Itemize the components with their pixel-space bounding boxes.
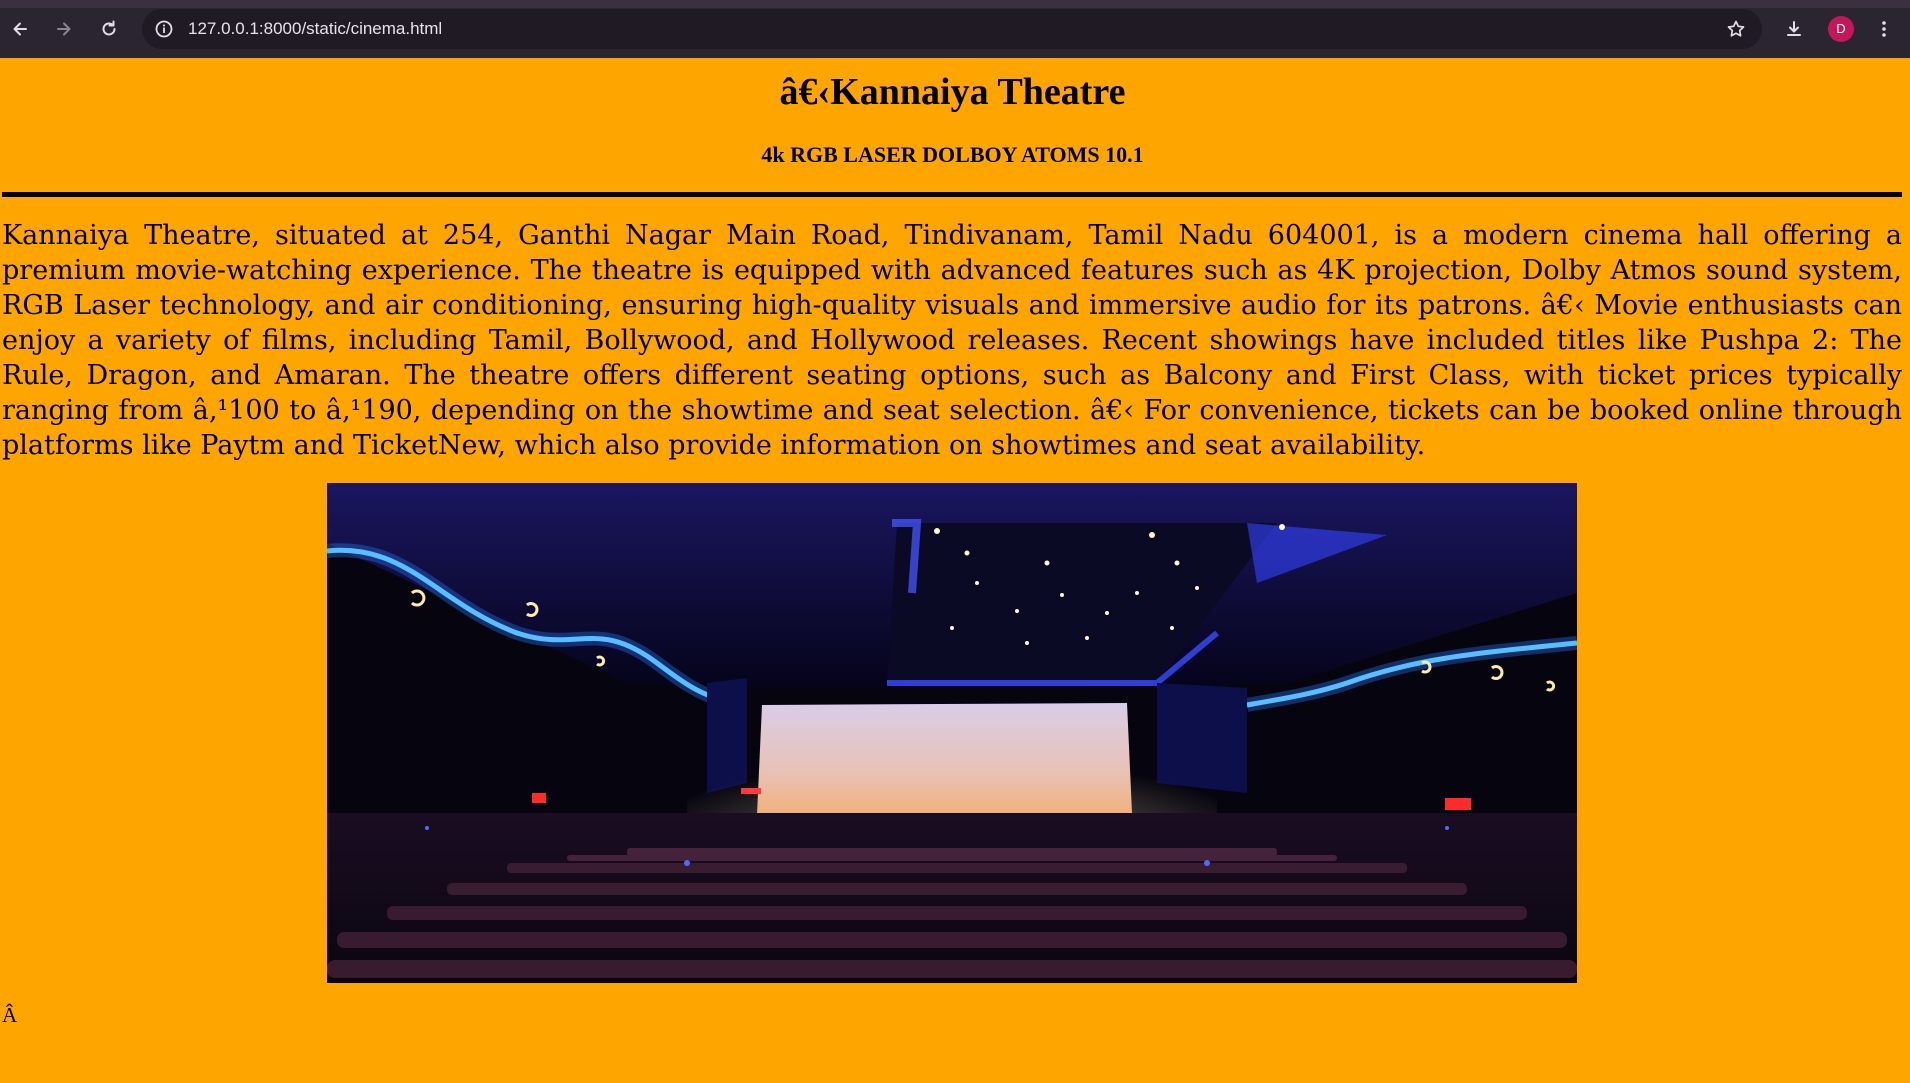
star-icon bbox=[1727, 20, 1745, 37]
cinema-hall-illustration bbox=[327, 483, 1577, 983]
theatre-description: Kannaiya Theatre, situated at 254, Ganth… bbox=[2, 220, 1902, 461]
back-button[interactable] bbox=[4, 13, 36, 45]
url-text[interactable]: 127.0.0.1:8000/static/cinema.html bbox=[188, 19, 442, 39]
page-subtitle: 4k RGB LASER DOLBOY ATOMS 10.1 bbox=[761, 142, 1144, 167]
reload-button[interactable] bbox=[93, 13, 125, 45]
forward-button[interactable] bbox=[48, 13, 80, 45]
stray-character: Â bbox=[2, 1003, 18, 1027]
page-title: â€‹Kannaiya Theatre bbox=[779, 71, 1126, 113]
theatre-interior-image bbox=[327, 483, 1577, 983]
arrow-right-icon bbox=[57, 22, 71, 36]
download-icon bbox=[1787, 21, 1801, 36]
page-content: â€‹Kannaiya Theatre 4k RGB LASER DOLBOY … bbox=[0, 58, 1910, 1083]
arrow-left-icon bbox=[13, 22, 27, 36]
reload-icon bbox=[102, 20, 116, 36]
downloads-button[interactable] bbox=[1778, 13, 1810, 45]
info-icon bbox=[155, 20, 173, 38]
address-bar[interactable]: 127.0.0.1:8000/static/cinema.html bbox=[142, 9, 1762, 49]
site-info-button[interactable] bbox=[152, 17, 176, 41]
kebab-menu-icon bbox=[1882, 21, 1886, 37]
bookmark-button[interactable] bbox=[1724, 17, 1748, 41]
browser-toolbar: 127.0.0.1:8000/static/cinema.html D bbox=[0, 0, 1910, 58]
horizontal-rule bbox=[2, 192, 1902, 197]
browser-menu-button[interactable] bbox=[1868, 13, 1900, 45]
tab-strip bbox=[0, 0, 1910, 8]
profile-avatar[interactable]: D bbox=[1828, 16, 1854, 42]
